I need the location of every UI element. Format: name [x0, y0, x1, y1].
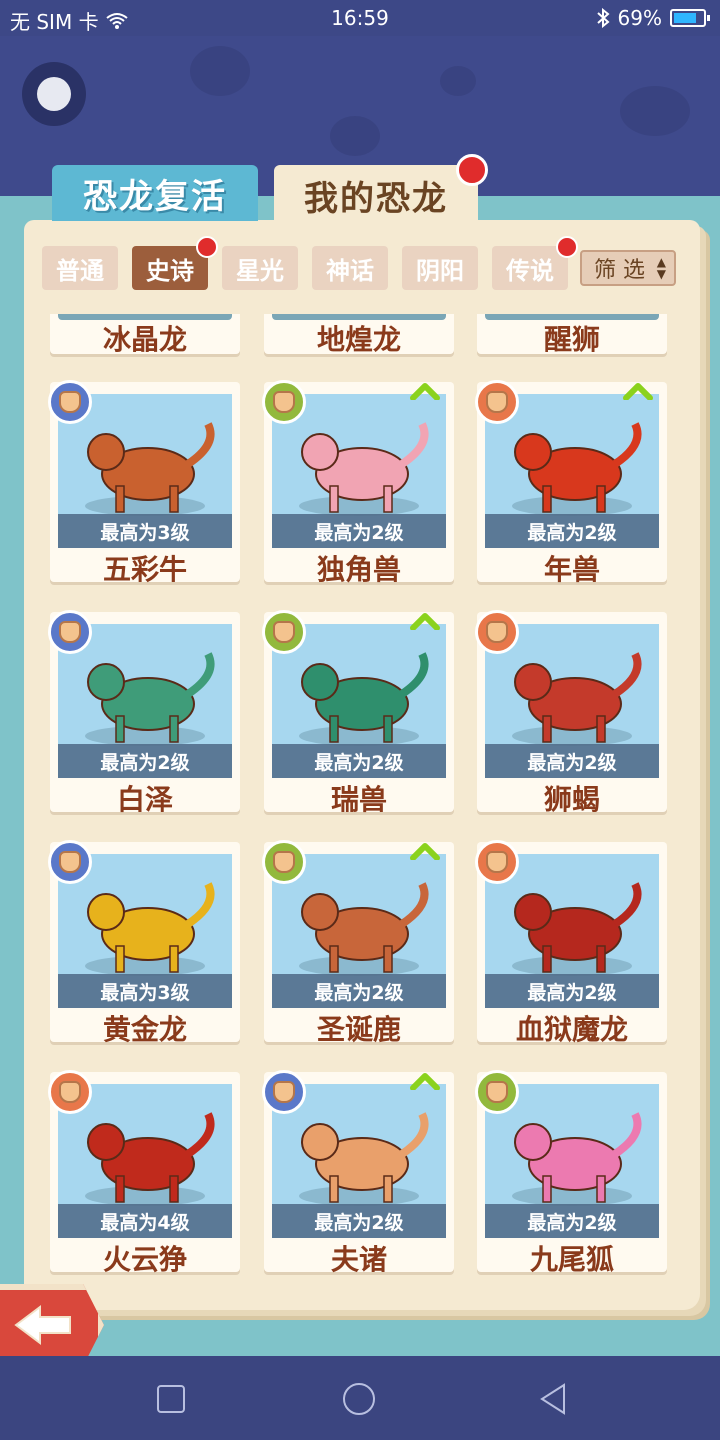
dino-name: 冰晶龙	[102, 323, 187, 356]
dino-card[interactable]: 最高为2级 狮蝎	[475, 610, 667, 816]
hand-gesture-badge-icon	[48, 1070, 92, 1114]
recent-apps-icon[interactable]	[154, 1382, 188, 1416]
battery-percent: 69%	[617, 6, 662, 30]
hand-gesture-badge-icon	[262, 1070, 306, 1114]
dino-name: 五彩牛	[102, 553, 187, 586]
tab-dino-revive[interactable]: 恐龙复活	[52, 165, 258, 221]
max-level-label: 最高为2级	[272, 1204, 446, 1238]
filter-tab-label: 传说	[506, 256, 554, 285]
bluetooth-icon	[596, 8, 610, 28]
dino-name: 独角兽	[316, 553, 401, 586]
max-level-label: 最高为2级	[58, 744, 232, 778]
filter-tab-label: 史诗	[146, 256, 194, 285]
home-icon[interactable]	[342, 1382, 376, 1416]
max-level-label: 最高为3级	[58, 974, 232, 1008]
hand-gesture-badge-icon	[48, 840, 92, 884]
notification-dot	[456, 154, 488, 186]
hand-gesture-badge-icon	[262, 380, 306, 424]
filter-tab-label: 阴阳	[416, 256, 464, 285]
dino-name: 火云狰	[102, 1243, 187, 1276]
filter-tab-myth[interactable]: 神话	[312, 246, 388, 290]
floating-assist-button[interactable]	[22, 62, 86, 126]
hand-gesture-badge-icon	[48, 610, 92, 654]
paw-icon	[190, 46, 250, 96]
hand-gesture-badge-icon	[262, 610, 306, 654]
max-level-label: 最高为2级	[485, 744, 659, 778]
tab-label: 恐龙复活	[83, 176, 227, 217]
hand-gesture-badge-icon	[475, 840, 519, 884]
dino-card-partial[interactable]: 冰晶龙	[50, 314, 240, 356]
back-arrow-icon	[14, 1305, 71, 1345]
tab-label: 我的恐龙	[304, 178, 448, 219]
paw-icon	[330, 116, 380, 156]
max-level-label: 最高为2级	[272, 514, 446, 548]
rarity-filter-tabs: 普通 史诗 星光 神话 阴阳 传说 筛 选 ▲ ▼	[42, 236, 682, 290]
notification-dot	[556, 236, 578, 258]
dino-name: 圣诞鹿	[316, 1013, 401, 1046]
max-level-label: 最高为2级	[485, 514, 659, 548]
filter-dropdown[interactable]: 筛 选 ▲ ▼	[580, 250, 676, 286]
dino-card-partial[interactable]: 地煌龙	[264, 314, 454, 356]
upgrade-arrow-icon	[410, 613, 440, 630]
dino-card[interactable]: 最高为2级 独角兽	[262, 380, 454, 586]
hand-gesture-badge-icon	[475, 1070, 519, 1114]
sort-arrows-icon: ▲ ▼	[656, 255, 666, 281]
dino-name: 狮蝎	[543, 783, 600, 816]
dino-name: 瑞兽	[330, 783, 387, 816]
filter-tab-label: 神话	[326, 256, 374, 285]
dino-card[interactable]: 最高为2级 夫诸	[262, 1070, 454, 1276]
hand-gesture-badge-icon	[475, 610, 519, 654]
status-bar: 无 SIM 卡 16:59 69%	[0, 0, 720, 36]
max-level-label: 最高为3级	[58, 514, 232, 548]
dino-card[interactable]: 最高为2级 圣诞鹿	[262, 840, 454, 1046]
dino-name: 黄金龙	[102, 1013, 187, 1046]
filter-tab-common[interactable]: 普通	[42, 246, 118, 290]
dino-card[interactable]: 最高为3级 五彩牛	[48, 380, 240, 586]
max-level-label: 最高为2级	[272, 744, 446, 778]
dino-name: 地煌龙	[316, 323, 401, 356]
filter-tab-starlight[interactable]: 星光	[222, 246, 298, 290]
filter-tab-yinyang[interactable]: 阴阳	[402, 246, 478, 290]
filter-tab-label: 普通	[56, 256, 104, 285]
dino-name: 九尾狐	[529, 1243, 614, 1276]
back-button[interactable]	[0, 1284, 104, 1366]
dino-name: 白泽	[116, 783, 173, 816]
dino-card[interactable]: 最高为2级 血狱魔龙	[475, 840, 667, 1046]
max-level-label: 最高为2级	[272, 974, 446, 1008]
hand-gesture-badge-icon	[262, 840, 306, 884]
dino-card[interactable]: 最高为4级 火云狰	[48, 1070, 240, 1276]
hand-gesture-badge-icon	[475, 380, 519, 424]
max-level-label: 最高为2级	[485, 1204, 659, 1238]
filter-label: 筛 选	[594, 258, 645, 283]
dino-card[interactable]: 最高为2级 白泽	[48, 610, 240, 816]
back-nav-icon[interactable]	[536, 1382, 570, 1416]
max-level-label: 最高为4级	[58, 1204, 232, 1238]
dino-name: 年兽	[543, 553, 600, 586]
filter-tab-label: 星光	[236, 256, 284, 285]
upgrade-arrow-icon	[410, 383, 440, 400]
tab-my-dinos[interactable]: 我的恐龙	[274, 165, 478, 225]
system-nav-bar	[0, 1356, 720, 1440]
paw-icon	[440, 66, 476, 96]
dino-card[interactable]: 最高为3级 黄金龙	[48, 840, 240, 1046]
dino-card-partial[interactable]: 醒狮	[477, 314, 667, 356]
dino-card[interactable]: 最高为2级 瑞兽	[262, 610, 454, 816]
battery-icon	[670, 9, 710, 27]
dino-name: 夫诸	[330, 1243, 387, 1276]
dino-card[interactable]: 最高为2级 年兽	[475, 380, 667, 586]
upgrade-arrow-icon	[410, 843, 440, 860]
paw-icon	[620, 86, 690, 136]
dino-name: 血狱魔龙	[515, 1013, 628, 1046]
dino-card[interactable]: 最高为2级 九尾狐	[475, 1070, 667, 1276]
dino-name: 醒狮	[543, 323, 600, 356]
max-level-label: 最高为2级	[485, 974, 659, 1008]
hand-gesture-badge-icon	[48, 380, 92, 424]
upgrade-arrow-icon	[623, 383, 653, 400]
notification-dot	[196, 236, 218, 258]
upgrade-arrow-icon	[410, 1073, 440, 1090]
